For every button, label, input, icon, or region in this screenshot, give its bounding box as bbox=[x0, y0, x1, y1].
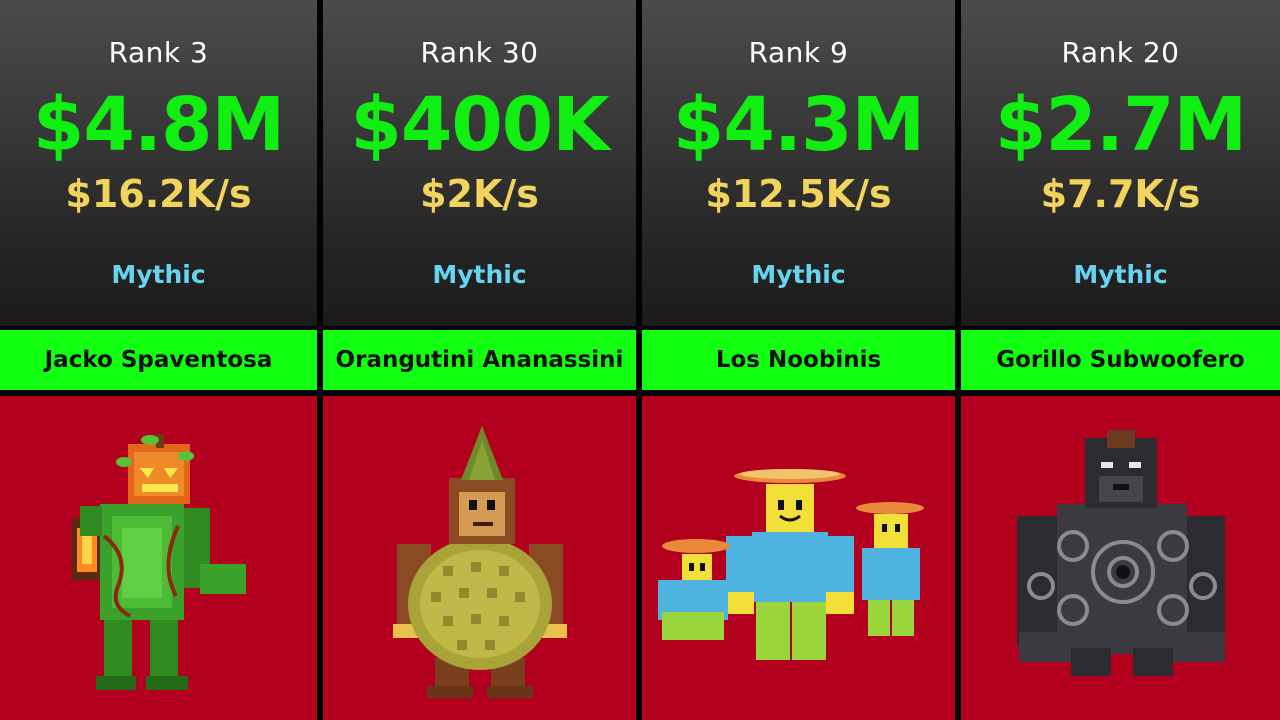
character-picture bbox=[642, 396, 955, 720]
price-value: $400K bbox=[350, 82, 609, 168]
comparison-grid: Rank 3 $4.8M $16.2K/s Mythic Jacko Spave… bbox=[0, 0, 1280, 720]
subwoofer-gorilla-figure bbox=[1017, 430, 1225, 676]
character-picture bbox=[961, 396, 1280, 720]
character-name: Los Noobinis bbox=[642, 330, 955, 390]
stats-panel: Rank 20 $2.7M $7.7K/s Mythic bbox=[961, 0, 1280, 326]
income-rate: $2K/s bbox=[420, 172, 539, 216]
character-name: Orangutini Ananassini bbox=[323, 330, 636, 390]
rank-label: Rank 30 bbox=[420, 36, 539, 69]
rank-label: Rank 9 bbox=[748, 36, 849, 69]
stats-panel: Rank 3 $4.8M $16.2K/s Mythic bbox=[0, 0, 317, 326]
rarity-label: Mythic bbox=[111, 260, 206, 289]
card-los-noobinis: Rank 9 $4.3M $12.5K/s Mythic Los Noobini… bbox=[642, 0, 955, 720]
rarity-label: Mythic bbox=[751, 260, 846, 289]
card-jacko-spaventosa: Rank 3 $4.8M $16.2K/s Mythic Jacko Spave… bbox=[0, 0, 317, 720]
income-rate: $16.2K/s bbox=[65, 172, 252, 216]
character-name: Jacko Spaventosa bbox=[0, 330, 317, 390]
noob-trio-figure bbox=[658, 469, 924, 660]
pineapple-orangutan-figure bbox=[393, 426, 567, 698]
stats-panel: Rank 9 $4.3M $12.5K/s Mythic bbox=[642, 0, 955, 326]
rank-label: Rank 3 bbox=[108, 36, 209, 69]
income-rate: $7.7K/s bbox=[1040, 172, 1201, 216]
pumpkin-golem-figure bbox=[72, 434, 246, 690]
rank-label: Rank 20 bbox=[1061, 36, 1180, 69]
price-value: $4.8M bbox=[32, 82, 285, 168]
price-value: $2.7M bbox=[994, 82, 1247, 168]
rarity-label: Mythic bbox=[432, 260, 527, 289]
income-rate: $12.5K/s bbox=[705, 172, 892, 216]
character-name: Gorillo Subwoofero bbox=[961, 330, 1280, 390]
rarity-label: Mythic bbox=[1073, 260, 1168, 289]
card-gorillo-subwoofero: Rank 20 $2.7M $7.7K/s Mythic Gorillo Sub… bbox=[961, 0, 1280, 720]
stats-panel: Rank 30 $400K $2K/s Mythic bbox=[323, 0, 636, 326]
card-orangutini-ananassini: Rank 30 $400K $2K/s Mythic Orangutini An… bbox=[323, 0, 636, 720]
character-picture bbox=[323, 396, 636, 720]
price-value: $4.3M bbox=[672, 82, 925, 168]
character-picture bbox=[0, 396, 317, 720]
